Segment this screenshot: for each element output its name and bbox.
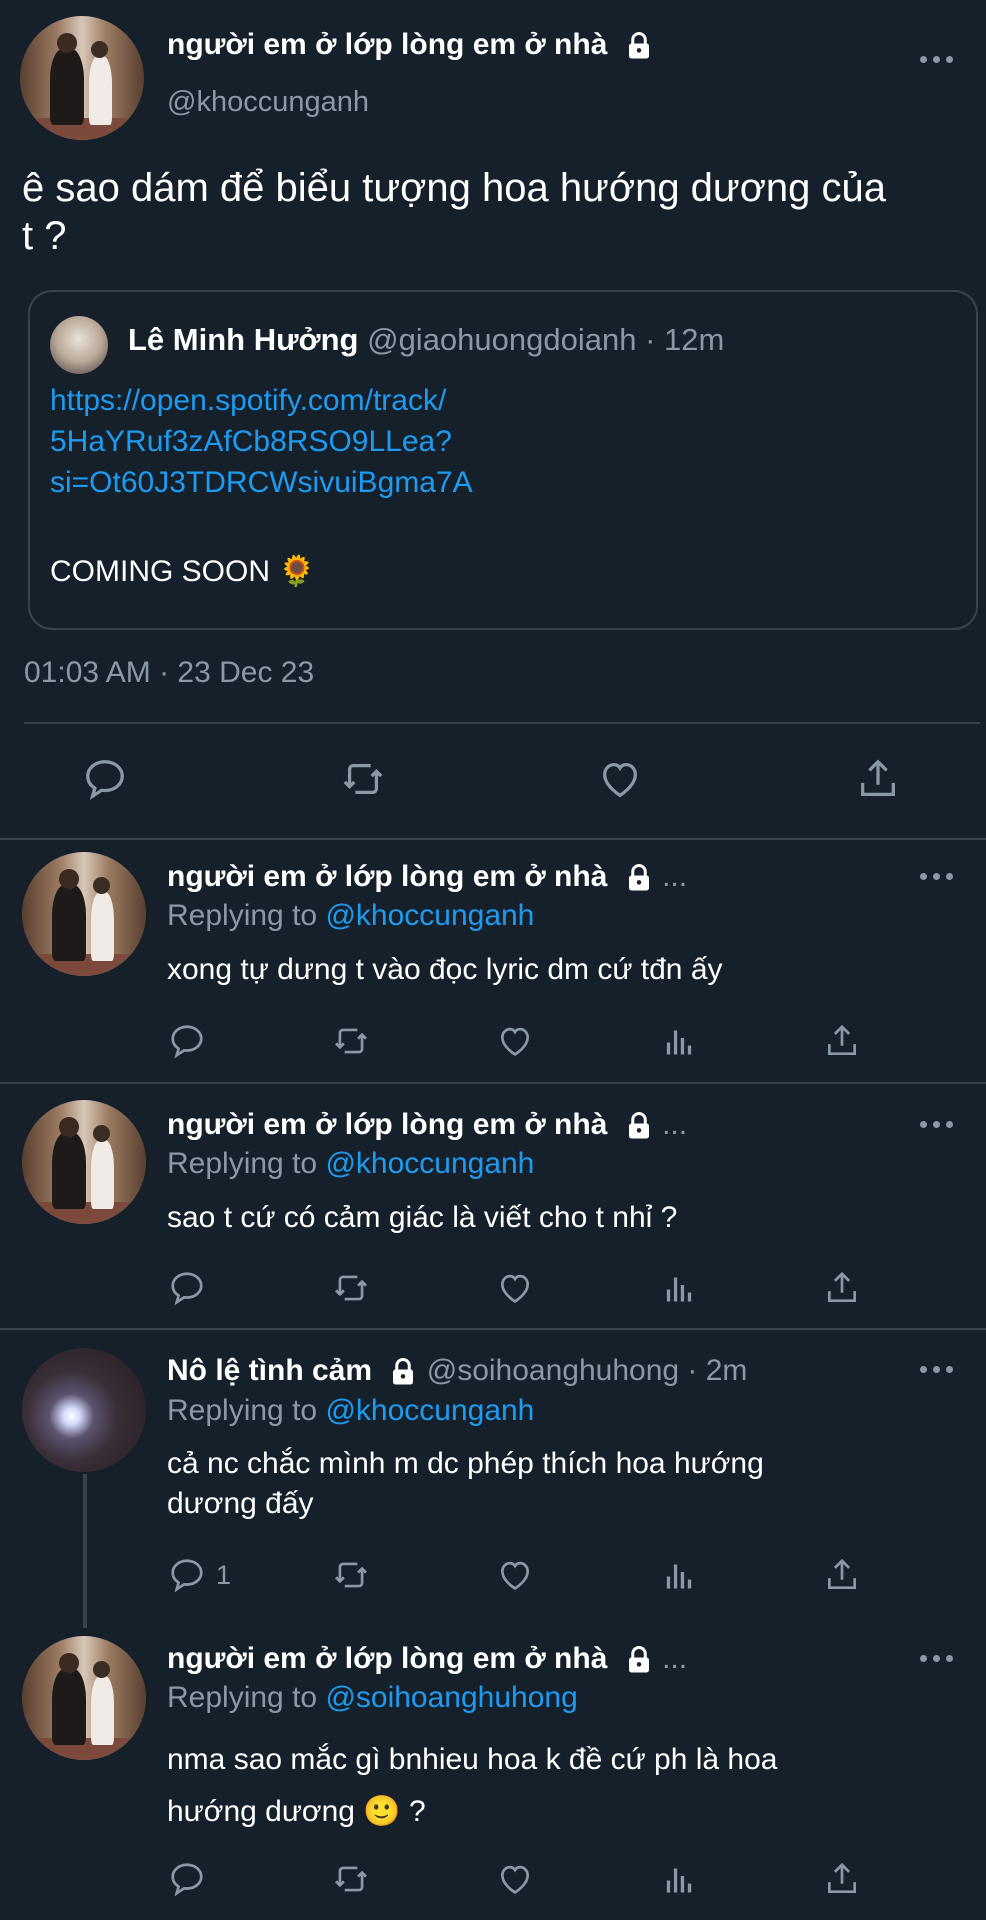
divider	[0, 1082, 986, 1084]
share-icon[interactable]	[855, 756, 901, 802]
reply-text: cả nc chắc mình m dc phép thích hoa hướn…	[167, 1444, 764, 1524]
replying-to-link[interactable]: @soihoanghuhong	[325, 1681, 577, 1714]
more-icon[interactable]	[920, 869, 954, 883]
reply-icon[interactable]	[82, 756, 128, 802]
replying-prefix: Replying to	[167, 899, 318, 932]
divider	[0, 1328, 986, 1330]
quote-tweet-card[interactable]: Lê Minh Hưởng @giaohuongdoianh · 12m htt…	[28, 290, 978, 630]
thread-connector	[83, 1474, 87, 1628]
spotify-link[interactable]: https://open.spotify.com/track/ 5HaYRuf3…	[50, 380, 473, 503]
truncation-ellipsis: ...	[662, 860, 688, 893]
replying-to: Replying to @khoccunganh	[167, 899, 534, 933]
quote-avatar	[50, 316, 108, 374]
link-line: si=Ot60J3TDRCWsivuiBgma7A	[50, 466, 473, 499]
reply-icon[interactable]	[168, 1022, 206, 1060]
author-name[interactable]: người em ở lớp lòng em ở nhà	[167, 1642, 607, 1675]
avatar[interactable]	[22, 1348, 146, 1472]
analytics-icon[interactable]	[661, 1556, 697, 1594]
analytics-icon[interactable]	[661, 1022, 697, 1060]
replying-prefix: Replying to	[167, 1681, 318, 1714]
reply-icon[interactable]	[168, 1860, 206, 1898]
reply-text: xong tự dưng t vào đọc lyric dm cứ tđn ấ…	[167, 953, 723, 986]
retweet-icon[interactable]	[331, 1022, 371, 1060]
avatar[interactable]	[20, 16, 144, 140]
author-name[interactable]: Nô lệ tình cảm	[167, 1354, 372, 1387]
reply-header: người em ở lớp lòng em ở nhà ...	[167, 1108, 687, 1142]
author-name[interactable]: người em ở lớp lòng em ở nhà	[167, 860, 607, 893]
more-icon[interactable]	[920, 1362, 954, 1376]
avatar[interactable]	[22, 1100, 146, 1224]
share-icon[interactable]	[823, 1269, 861, 1307]
reply-icon[interactable]	[168, 1269, 206, 1307]
more-icon[interactable]	[920, 1651, 954, 1665]
retweet-icon[interactable]	[331, 1269, 371, 1307]
author-name-text: người em ở lớp lòng em ở nhà	[167, 28, 608, 61]
author-name[interactable]: người em ở lớp lòng em ở nhà	[167, 28, 654, 62]
quote-body: COMING SOON 🌻	[50, 555, 316, 588]
reply-text-line: cả nc chắc mình m dc phép thích hoa hướn…	[167, 1447, 764, 1480]
reply-text: nma sao mắc gì bnhieu hoa k đề cứ ph là …	[167, 1734, 777, 1838]
link-line: 5HaYRuf3zAfCb8RSO9LLea?	[50, 425, 452, 458]
tweet-text-line: ê sao dám để biểu tượng hoa hướng dương …	[22, 166, 887, 210]
avatar[interactable]	[22, 1636, 146, 1760]
replying-to: Replying to @soihoanghuhong	[167, 1681, 578, 1715]
lock-icon	[628, 1112, 649, 1139]
reply-count: 1	[216, 1560, 232, 1590]
reply-text-line: nma sao mắc gì bnhieu hoa k đề cứ ph là …	[167, 1743, 778, 1776]
share-icon[interactable]	[823, 1556, 861, 1594]
author-name[interactable]: người em ở lớp lòng em ở nhà	[167, 1108, 607, 1141]
replying-prefix: Replying to	[167, 1394, 318, 1427]
retweet-icon[interactable]	[331, 1860, 371, 1898]
lock-icon	[628, 1646, 649, 1673]
replying-to-link[interactable]: @khoccunganh	[325, 1394, 534, 1427]
link-line: https://open.spotify.com/track/	[50, 384, 447, 417]
reply-text-line: hướng dương 🙂 ?	[167, 1795, 426, 1828]
truncation-ellipsis: ...	[662, 1108, 688, 1141]
share-icon[interactable]	[823, 1022, 861, 1060]
quote-author-handle: @giaohuongdoianh	[367, 322, 637, 357]
analytics-icon[interactable]	[661, 1269, 697, 1307]
avatar[interactable]	[22, 852, 146, 976]
quote-header: Lê Minh Hưởng @giaohuongdoianh · 12m	[128, 322, 724, 358]
analytics-icon[interactable]	[661, 1860, 697, 1898]
tweet-timestamp[interactable]: 01:03 AM · 23 Dec 23	[24, 656, 314, 690]
like-icon[interactable]	[496, 1269, 534, 1307]
more-icon[interactable]	[920, 52, 954, 66]
replying-prefix: Replying to	[167, 1147, 318, 1180]
quote-author-name: Lê Minh Hưởng	[128, 322, 359, 357]
like-icon[interactable]	[496, 1022, 534, 1060]
reply-icon[interactable]	[168, 1556, 206, 1594]
tweet-text-line: t ?	[22, 214, 67, 258]
like-icon[interactable]	[597, 756, 643, 802]
retweet-icon[interactable]	[339, 756, 387, 802]
reply-header: người em ở lớp lòng em ở nhà ...	[167, 1642, 687, 1676]
lock-icon	[628, 32, 649, 59]
truncation-ellipsis: ...	[662, 1642, 688, 1675]
share-icon[interactable]	[823, 1860, 861, 1898]
divider	[24, 722, 980, 724]
lock-icon	[628, 864, 649, 891]
reply-header: Nô lệ tình cảm @soihoanghuhong · 2m	[167, 1354, 747, 1388]
reply-text: sao t cứ có cảm giác là viết cho t nhỉ ?	[167, 1201, 678, 1234]
replying-to-link[interactable]: @khoccunganh	[325, 899, 534, 932]
replying-to: Replying to @khoccunganh	[167, 1147, 534, 1181]
like-icon[interactable]	[496, 1556, 534, 1594]
reply-text-line: dương đấy	[167, 1487, 314, 1520]
replying-to-link[interactable]: @khoccunganh	[325, 1147, 534, 1180]
tweet-text: ê sao dám để biểu tượng hoa hướng dương …	[22, 164, 886, 260]
divider	[0, 838, 986, 840]
author-handle[interactable]: @khoccunganh	[167, 86, 369, 119]
lock-icon	[393, 1358, 414, 1385]
more-icon[interactable]	[920, 1117, 954, 1131]
retweet-icon[interactable]	[331, 1556, 371, 1594]
reply-header: người em ở lớp lòng em ở nhà ...	[167, 860, 687, 894]
replying-to: Replying to @khoccunganh	[167, 1394, 534, 1428]
quote-time: · 12m	[645, 322, 725, 357]
author-handle[interactable]: @soihoanghuhong · 2m	[427, 1354, 748, 1387]
like-icon[interactable]	[496, 1860, 534, 1898]
